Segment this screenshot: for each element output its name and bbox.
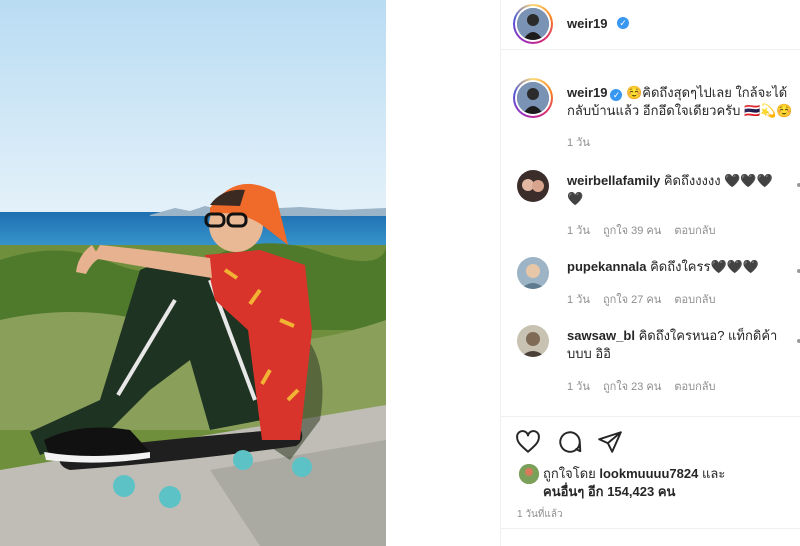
post-header: weir19 ✓ <box>501 0 800 50</box>
author-avatar-image <box>517 8 549 40</box>
add-comment-divider <box>501 528 800 529</box>
comment-username[interactable]: sawsaw_bl <box>567 328 635 343</box>
likes-and: และ <box>701 466 726 481</box>
others-likes-link[interactable]: คนอื่นๆ อีก 154,423 คน <box>543 484 675 499</box>
comment-meta: 1 วัน ถูกใจ 39 คน ตอบกลับ <box>567 221 726 239</box>
heart-icon[interactable] <box>515 429 541 455</box>
likes-unit: คน <box>657 484 676 499</box>
author-username[interactable]: weir19 <box>567 16 607 31</box>
liker-username[interactable]: lookmuuuu7824 <box>599 466 698 481</box>
comment: pupekannala คิดถึงใครร🖤🖤🖤 <box>567 258 781 276</box>
post-details-panel: weir19 ✓ weir19 ✓ ☺️คิดถึงสุดๆไปเลย ใกล้จ… <box>500 0 800 546</box>
comment-time: 1 วัน <box>567 294 590 306</box>
comment-icon[interactable] <box>557 429 583 455</box>
caption-author-avatar[interactable] <box>513 78 553 118</box>
likes-others-label: คนอื่นๆ อีก <box>543 484 604 499</box>
comment-text: คิดถึงใครร🖤🖤🖤 <box>650 259 760 274</box>
caption-verified-badge-icon: ✓ <box>610 89 623 101</box>
comment-time: 1 วัน <box>567 381 590 393</box>
post-actions: ถูกใจโดย lookmuuuu7824 และ คนอื่นๆ อีก 1… <box>501 416 800 546</box>
comment-avatar-image <box>517 170 549 202</box>
likes-summary: ถูกใจโดย lookmuuuu7824 และ คนอื่นๆ อีก 1… <box>543 465 783 501</box>
comment-avatar-image <box>517 257 549 289</box>
comment: sawsaw_bl คิดถึงใครหนอ? แท็กดิค้าบบบ อิอ… <box>567 327 781 363</box>
verified-badge-icon: ✓ <box>617 17 629 29</box>
post-photo <box>0 0 386 546</box>
comment-username[interactable]: weirbellafamily <box>567 173 660 188</box>
comment-likes[interactable]: ถูกใจ 27 คน <box>603 294 661 306</box>
caption-time: 1 วัน <box>567 137 590 149</box>
caption-username[interactable]: weir19 <box>567 85 607 100</box>
comment-reply-button[interactable]: ตอบกลับ <box>674 294 715 306</box>
likes-count: 154,423 <box>607 484 655 499</box>
comment: weirbellafamily คิดถึงงงงง 🖤🖤🖤🖤 <box>567 172 781 208</box>
comment-likes[interactable]: ถูกใจ 39 คน <box>603 225 661 237</box>
comment-reply-button[interactable]: ตอบกลับ <box>674 381 715 393</box>
comment-avatar-image <box>517 325 549 357</box>
comment-likes[interactable]: ถูกใจ 23 คน <box>603 381 661 393</box>
caption: weir19 ✓ ☺️คิดถึงสุดๆไปเลย ใกล้จะได้กลับบ… <box>567 84 799 120</box>
comment-time: 1 วัน <box>567 225 590 237</box>
liker-avatar-image <box>519 464 539 484</box>
caption-avatar-image <box>517 82 549 114</box>
comment-meta: 1 วัน ถูกใจ 27 คน ตอบกลับ <box>567 290 726 308</box>
post-timestamp: 1 วันที่แล้ว <box>517 509 563 520</box>
likes-prefix: ถูกใจโดย <box>543 466 596 481</box>
comment-reply-button[interactable]: ตอบกลับ <box>674 225 715 237</box>
comment-username[interactable]: pupekannala <box>567 259 646 274</box>
post-image <box>0 0 386 546</box>
share-icon[interactable] <box>597 429 623 455</box>
author-avatar[interactable] <box>513 4 553 44</box>
comment-avatar[interactable] <box>517 257 549 289</box>
comment-avatar[interactable] <box>517 170 549 202</box>
comment-meta: 1 วัน ถูกใจ 23 คน ตอบกลับ <box>567 377 726 395</box>
comment-avatar[interactable] <box>517 325 549 357</box>
liker-avatar[interactable] <box>519 464 539 484</box>
